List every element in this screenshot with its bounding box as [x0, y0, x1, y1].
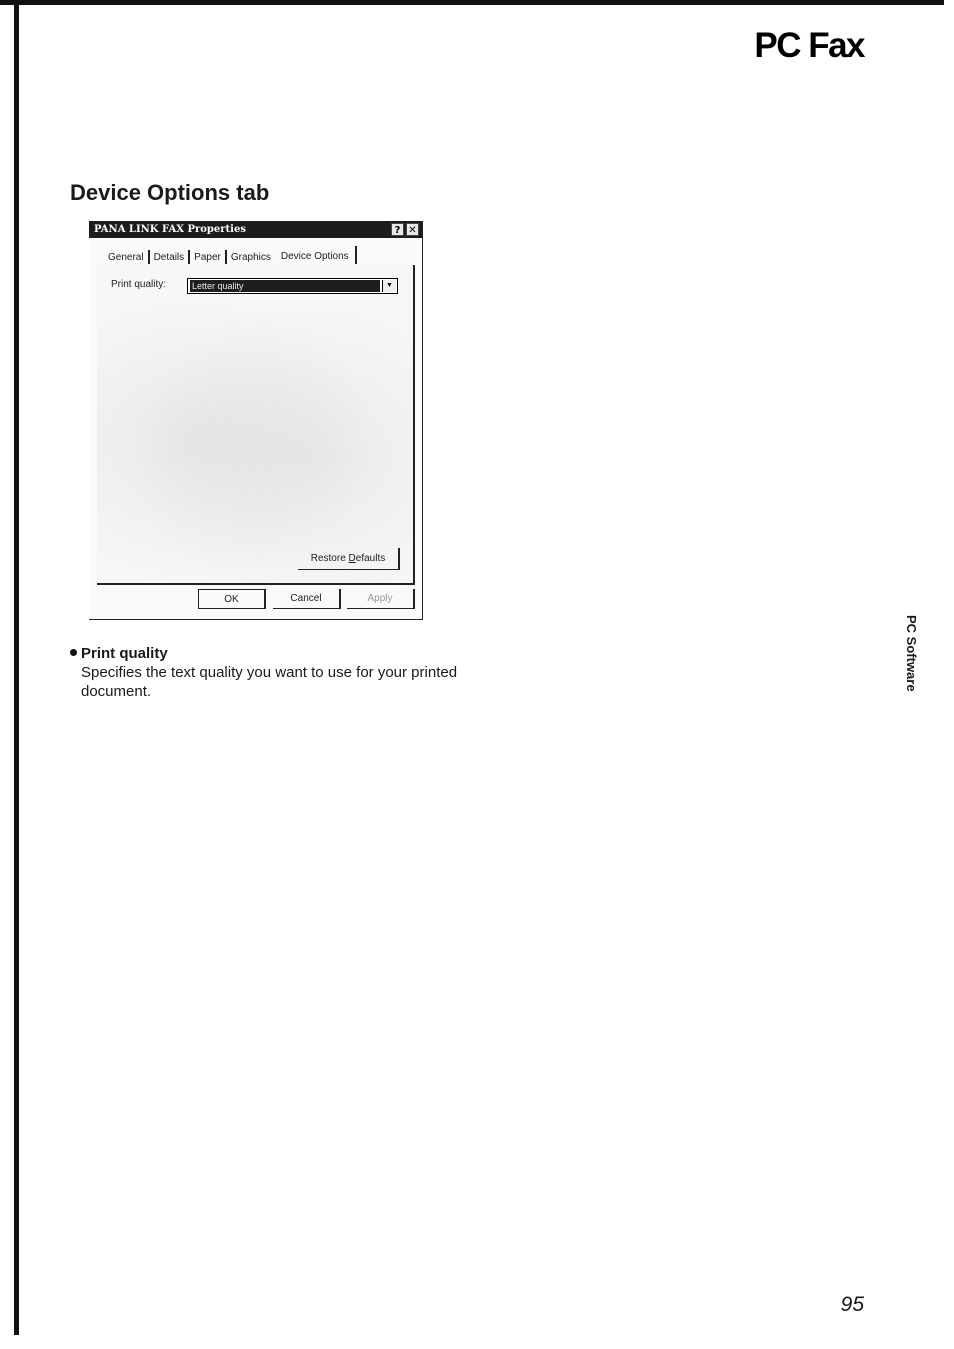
help-icon[interactable]: ?: [391, 223, 404, 236]
properties-dialog: PANA LINK FAX Properties ? ✕ General Det…: [89, 221, 423, 620]
tab-details[interactable]: Details: [150, 252, 189, 263]
bullet-heading: Print quality: [70, 645, 168, 662]
section-title: Device Options tab: [70, 180, 270, 205]
tab-general[interactable]: General: [104, 252, 148, 263]
print-quality-value: Letter quality: [190, 280, 380, 292]
apply-button[interactable]: Apply: [347, 589, 415, 609]
page-number: 95: [840, 1293, 864, 1316]
side-section-label: PC Software: [904, 615, 919, 692]
tab-graphics[interactable]: Graphics: [227, 252, 275, 263]
ok-button[interactable]: OK: [198, 589, 266, 609]
bullet-icon: [70, 649, 77, 656]
active-tab-edge: [354, 246, 357, 264]
chevron-down-icon[interactable]: ▼: [382, 280, 396, 292]
left-binding-rule: [14, 0, 19, 1335]
bullet-heading-text: Print quality: [81, 645, 168, 662]
restore-defaults-accelerator: D: [348, 553, 356, 564]
restore-defaults-button[interactable]: Restore Defaults: [298, 548, 400, 570]
bullet-description: Specifies the text quality you want to u…: [81, 664, 458, 700]
close-icon[interactable]: ✕: [406, 223, 419, 236]
tab-panel: [97, 265, 415, 585]
page-header-title: PC Fax: [754, 26, 865, 65]
top-rule: [0, 0, 944, 5]
dialog-title: PANA LINK FAX Properties: [94, 224, 246, 235]
print-quality-select[interactable]: Letter quality ▼: [187, 278, 398, 294]
cancel-button[interactable]: Cancel: [273, 589, 341, 609]
tab-strip: General Details Paper Graphics Device Op…: [104, 246, 357, 265]
tab-device-options[interactable]: Device Options: [275, 251, 355, 262]
restore-defaults-prefix: Restore: [310, 553, 349, 564]
print-quality-label: Print quality:: [111, 279, 167, 290]
tab-paper[interactable]: Paper: [190, 252, 225, 263]
dialog-titlebar: PANA LINK FAX Properties ? ✕: [89, 221, 422, 238]
restore-defaults-suffix: efaults: [355, 553, 386, 564]
